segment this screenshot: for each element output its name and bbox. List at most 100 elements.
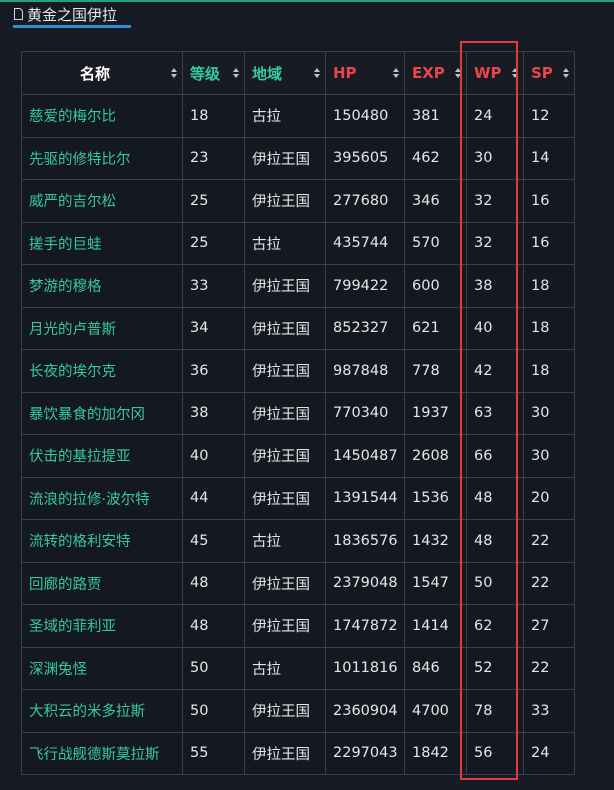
cell-exp: 621 [404, 306, 467, 350]
cell-region: 伊拉王国 [244, 731, 326, 775]
table-row: 大积云的米多拉斯 50 伊拉王国 2360904 4700 78 33 [21, 689, 575, 733]
cell-level: 48 [182, 561, 245, 605]
cell-name[interactable]: 搓手的巨蛙 [21, 221, 183, 265]
cell-hp: 2379048 [325, 561, 405, 605]
cell-exp: 1414 [404, 604, 467, 648]
cell-level: 40 [182, 434, 245, 478]
cell-hp: 395605 [325, 136, 405, 180]
header-wp[interactable]: WP [466, 51, 524, 95]
header-sp[interactable]: SP [523, 51, 575, 95]
cell-wp: 24 [466, 94, 524, 138]
cell-name[interactable]: 深渊兔怪 [21, 646, 183, 690]
cell-wp: 52 [466, 646, 524, 690]
cell-name[interactable]: 月光的卢普斯 [21, 306, 183, 350]
cell-exp: 1432 [404, 519, 467, 563]
cell-hp: 770340 [325, 391, 405, 435]
cell-hp: 150480 [325, 94, 405, 138]
tab-underline [13, 25, 131, 28]
header-name[interactable]: 名称 [21, 51, 183, 95]
cell-wp: 42 [466, 349, 524, 393]
cell-level: 25 [182, 179, 245, 223]
cell-name[interactable]: 暴饮暴食的加尔冈 [21, 391, 183, 435]
cell-level: 50 [182, 646, 245, 690]
section-tab[interactable]: 黄金之国伊拉 [14, 2, 117, 26]
cell-hp: 277680 [325, 179, 405, 223]
cell-exp: 346 [404, 179, 467, 223]
cell-region: 伊拉王国 [244, 689, 326, 733]
header-level[interactable]: 等级 [182, 51, 245, 95]
sort-arrows-icon [393, 68, 399, 78]
cell-name[interactable]: 流转的格利安特 [21, 519, 183, 563]
cell-level: 44 [182, 476, 245, 520]
table-row: 长夜的埃尔克 36 伊拉王国 987848 778 42 18 [21, 349, 575, 393]
table-row: 伏击的基拉提亚 40 伊拉王国 1450487 2608 66 30 [21, 434, 575, 478]
cell-name[interactable]: 流浪的拉修·波尔特 [21, 476, 183, 520]
table-row: 回廊的路贾 48 伊拉王国 2379048 1547 50 22 [21, 561, 575, 605]
cell-exp: 1536 [404, 476, 467, 520]
cell-hp: 1450487 [325, 434, 405, 478]
table-row: 梦游的穆格 33 伊拉王国 799422 600 38 18 [21, 264, 575, 308]
table-row: 搓手的巨蛙 25 古拉 435744 570 32 16 [21, 221, 575, 265]
cell-name[interactable]: 大积云的米多拉斯 [21, 689, 183, 733]
cell-wp: 32 [466, 179, 524, 223]
cell-hp: 1011816 [325, 646, 405, 690]
cell-level: 34 [182, 306, 245, 350]
cell-exp: 1547 [404, 561, 467, 605]
cell-exp: 381 [404, 94, 467, 138]
cell-sp: 27 [523, 604, 575, 648]
cell-region: 古拉 [244, 646, 326, 690]
cell-name[interactable]: 威严的吉尔松 [21, 179, 183, 223]
cell-exp: 2608 [404, 434, 467, 478]
cell-exp: 778 [404, 349, 467, 393]
cell-level: 25 [182, 221, 245, 265]
cell-region: 伊拉王国 [244, 306, 326, 350]
cell-exp: 600 [404, 264, 467, 308]
cell-level: 48 [182, 604, 245, 648]
cell-exp: 846 [404, 646, 467, 690]
table-row: 慈爱的梅尔比 18 古拉 150480 381 24 12 [21, 94, 575, 138]
cell-level: 55 [182, 731, 245, 775]
cell-level: 18 [182, 94, 245, 138]
cell-hp: 1391544 [325, 476, 405, 520]
cell-region: 伊拉王国 [244, 391, 326, 435]
table-row: 流转的格利安特 45 古拉 1836576 1432 48 22 [21, 519, 575, 563]
sort-arrows-icon [314, 68, 320, 78]
cell-sp: 30 [523, 434, 575, 478]
cell-region: 伊拉王国 [244, 434, 326, 478]
cell-region: 古拉 [244, 94, 326, 138]
sort-arrows-icon [563, 68, 569, 78]
cell-level: 38 [182, 391, 245, 435]
header-hp[interactable]: HP [325, 51, 405, 95]
sort-arrows-icon [455, 68, 461, 78]
header-region[interactable]: 地域 [244, 51, 326, 95]
cell-name[interactable]: 飞行战舰德斯莫拉斯 [21, 731, 183, 775]
cell-name[interactable]: 慈爱的梅尔比 [21, 94, 183, 138]
cell-region: 伊拉王国 [244, 604, 326, 648]
table-row: 圣域的菲利亚 48 伊拉王国 1747872 1414 62 27 [21, 604, 575, 648]
cell-level: 23 [182, 136, 245, 180]
cell-name[interactable]: 梦游的穆格 [21, 264, 183, 308]
cell-sp: 18 [523, 264, 575, 308]
sort-arrows-icon [233, 68, 239, 78]
cell-hp: 799422 [325, 264, 405, 308]
cell-name[interactable]: 回廊的路贾 [21, 561, 183, 605]
cell-region: 伊拉王国 [244, 561, 326, 605]
cell-wp: 50 [466, 561, 524, 605]
cell-name[interactable]: 先驱的修特比尔 [21, 136, 183, 180]
header-exp[interactable]: EXP [404, 51, 467, 95]
cell-wp: 48 [466, 476, 524, 520]
cell-exp: 1842 [404, 731, 467, 775]
table-row: 飞行战舰德斯莫拉斯 55 伊拉王国 2297043 1842 56 24 [21, 731, 575, 775]
table-row: 流浪的拉修·波尔特 44 伊拉王国 1391544 1536 48 20 [21, 476, 575, 520]
document-icon [14, 8, 23, 20]
cell-region: 古拉 [244, 221, 326, 265]
table-row: 先驱的修特比尔 23 伊拉王国 395605 462 30 14 [21, 136, 575, 180]
cell-region: 古拉 [244, 519, 326, 563]
cell-name[interactable]: 伏击的基拉提亚 [21, 434, 183, 478]
cell-wp: 30 [466, 136, 524, 180]
cell-name[interactable]: 长夜的埃尔克 [21, 349, 183, 393]
table-row: 暴饮暴食的加尔冈 38 伊拉王国 770340 1937 63 30 [21, 391, 575, 435]
cell-sp: 30 [523, 391, 575, 435]
cell-name[interactable]: 圣域的菲利亚 [21, 604, 183, 648]
cell-sp: 24 [523, 731, 575, 775]
